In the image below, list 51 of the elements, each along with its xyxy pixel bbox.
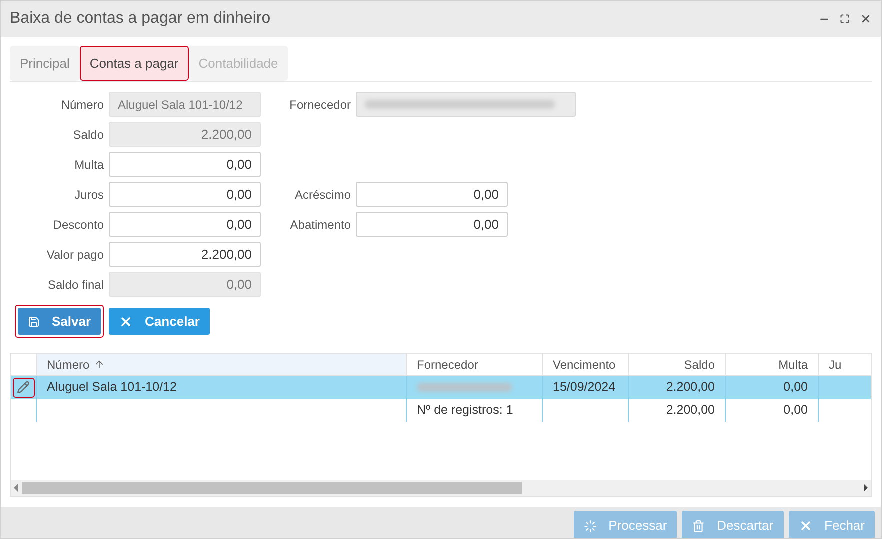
input-field[interactable]: 0,00 — [109, 272, 261, 297]
column-header[interactable]: Ju — [819, 354, 871, 375]
field-label: Desconto — [52, 216, 105, 234]
table-row[interactable]: Aluguel Sala 101-10/12 15/09/2024 2.200,00 0,00 — [11, 376, 871, 399]
column-header[interactable]: Multa — [726, 354, 819, 375]
field-label: Acréscimo — [294, 186, 352, 204]
trash-icon — [692, 520, 706, 532]
field-label: Juros — [74, 186, 105, 204]
input-field[interactable]: 0,00 — [356, 182, 508, 207]
field-label: Abatimento — [289, 216, 352, 234]
tab[interactable]: Contas a pagar — [80, 46, 189, 81]
sort-arrow-icon — [94, 359, 105, 370]
input-field[interactable]: 0,00 — [356, 212, 508, 237]
blurred-field[interactable] — [356, 92, 576, 117]
summary-cell-text: 0,00 — [784, 402, 808, 420]
edit-button[interactable] — [12, 378, 34, 398]
input-field[interactable]: 0,00 — [109, 182, 261, 207]
horizontal-scrollbar[interactable] — [11, 480, 871, 496]
maximize-icon[interactable] — [840, 14, 850, 24]
table-cell-text: 2.200,00 — [666, 379, 715, 396]
field-label: Valor pago — [46, 246, 105, 264]
field-label: Multa — [74, 156, 105, 174]
close-icon — [798, 519, 813, 533]
table-cell-text: Aluguel Sala 101-10/12 — [47, 379, 177, 396]
table-cell-text: 0,00 — [784, 379, 808, 396]
scroll-left-icon[interactable] — [14, 484, 18, 492]
input-field[interactable]: Aluguel Sala 101-10/12 — [109, 92, 261, 117]
spinner-icon — [584, 520, 597, 532]
summary-cell-text: 2.200,00 — [666, 402, 715, 420]
column-header[interactable]: Número — [37, 354, 407, 375]
close-icon — [119, 314, 134, 328]
save-button[interactable]: Salvar — [18, 308, 102, 335]
input-field[interactable]: 0,00 — [109, 152, 261, 177]
field-label: Saldo final — [46, 276, 105, 294]
column-header[interactable]: Saldo — [629, 354, 726, 375]
field-label: Número — [60, 96, 105, 114]
column-header[interactable]: Fornecedor — [407, 354, 543, 375]
column-header[interactable]: Vencimento — [543, 354, 629, 375]
close-icon[interactable] — [860, 13, 872, 25]
save-icon — [28, 316, 40, 328]
input-field[interactable]: 0,00 — [109, 212, 261, 237]
summary-cell-text: Nº de registros: 1 — [417, 402, 514, 420]
scrollbar-thumb[interactable] — [22, 482, 522, 494]
input-field[interactable]: 2.200,00 — [109, 242, 261, 267]
field-label: Fornecedor — [288, 96, 352, 114]
table-cell-text: 15/09/2024 — [553, 379, 616, 396]
field-label: Saldo — [72, 126, 105, 144]
window-title: Baixa de contas a pagar em dinheiro — [10, 9, 272, 29]
input-field[interactable]: 2.200,00 — [109, 122, 261, 147]
scroll-right-icon[interactable] — [864, 484, 868, 492]
pencil-icon — [17, 381, 30, 394]
